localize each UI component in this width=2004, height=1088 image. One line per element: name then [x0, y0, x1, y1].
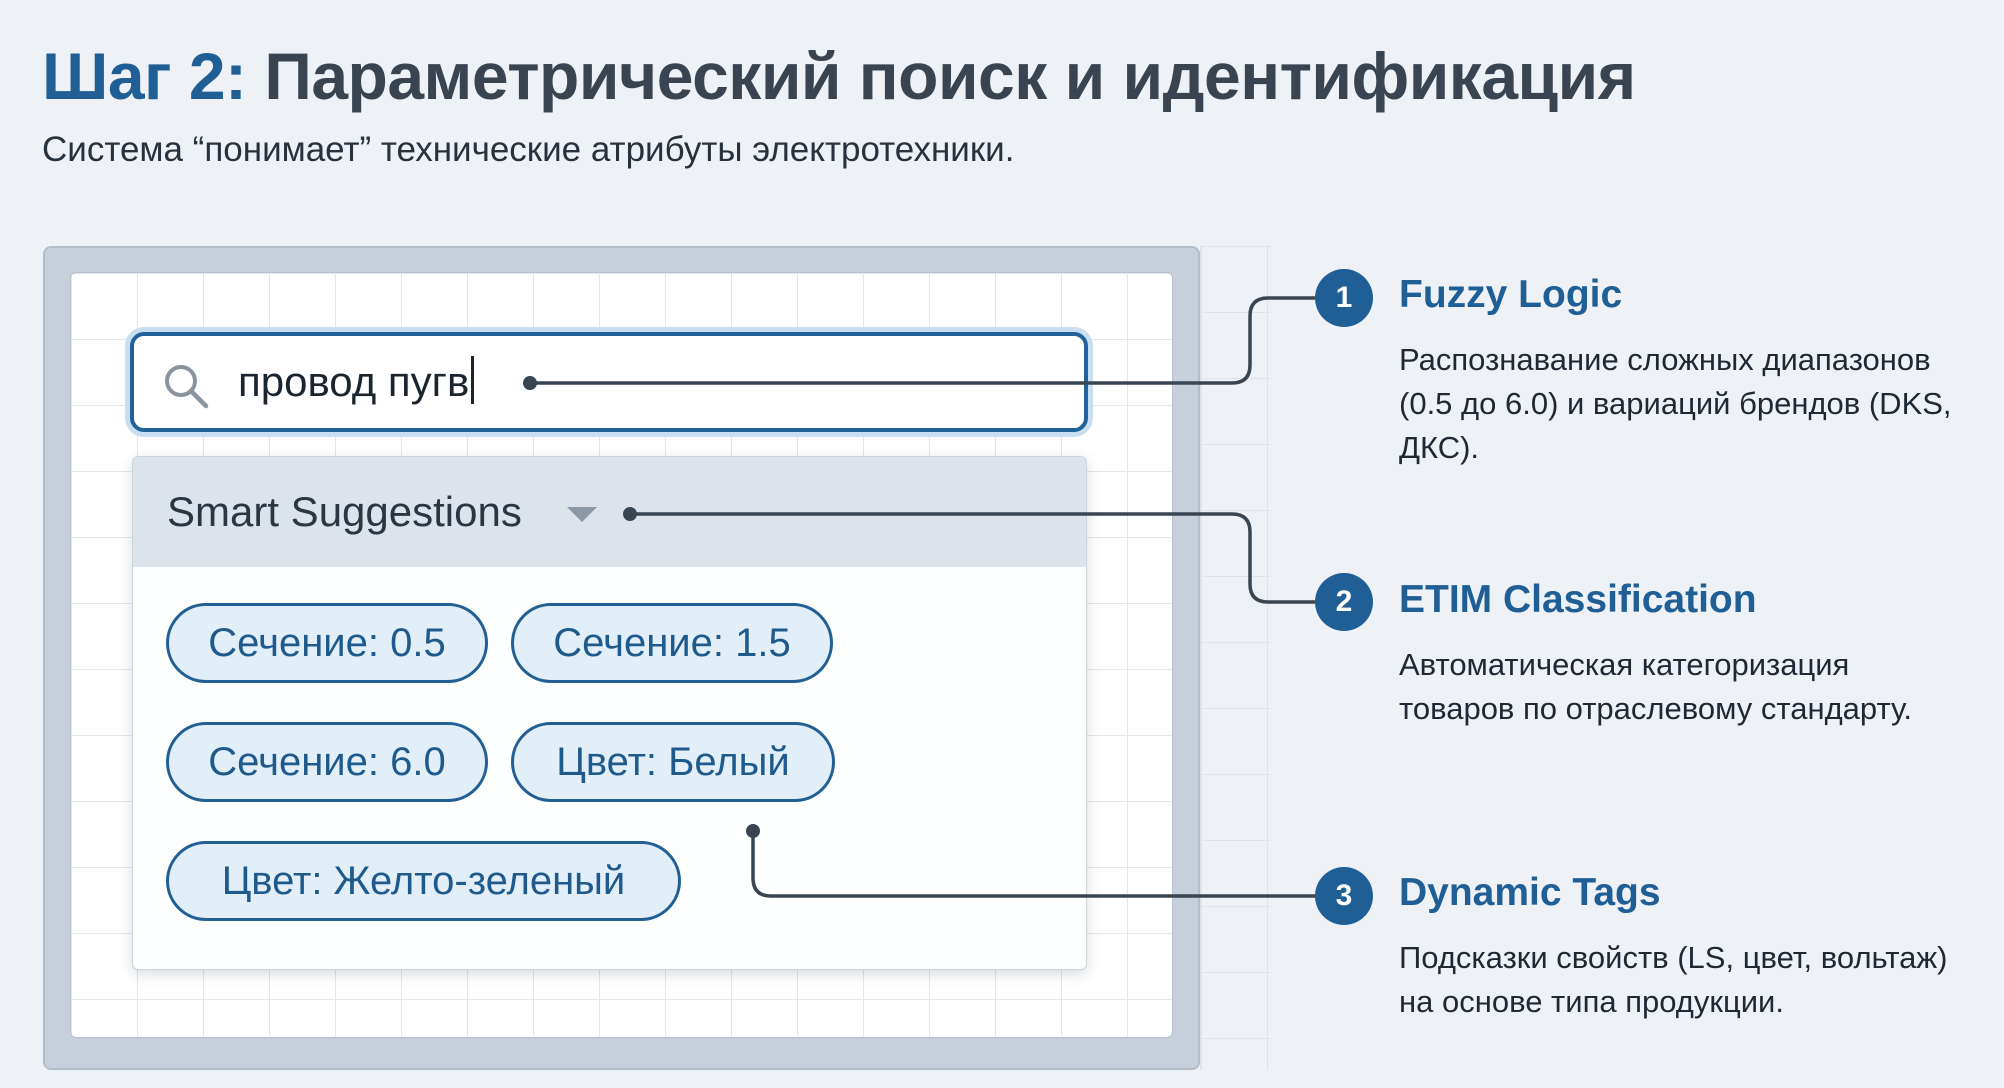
connector-2	[630, 512, 1318, 604]
connector-1	[530, 296, 1318, 385]
annotation-desc-fuzzy-logic: Распознавание сложных диапазонов (0.5 до…	[1399, 342, 1952, 465]
callout-connectors	[523, 296, 1318, 898]
badge-2: 2	[1315, 573, 1373, 631]
annotation-desc-dynamic-tags: Подсказки свойств (LS, цвет, вольтаж) на…	[1399, 940, 1948, 1019]
annotation-desc-etim: Автоматическая категоризация товаров по …	[1399, 647, 1913, 726]
badge-1: 1	[1315, 269, 1373, 327]
annotation-title-fuzzy-logic: Fuzzy Logic	[1399, 273, 1623, 316]
connector-dot-2	[623, 507, 637, 521]
annotation-title-dynamic-tags: Dynamic Tags	[1399, 871, 1661, 914]
connector-3	[751, 831, 1318, 898]
connector-dot-1	[523, 376, 537, 390]
connector-dot-3	[746, 824, 760, 838]
badge-3: 3	[1315, 867, 1373, 925]
annotation-title-etim: ETIM Classification	[1399, 578, 1757, 621]
